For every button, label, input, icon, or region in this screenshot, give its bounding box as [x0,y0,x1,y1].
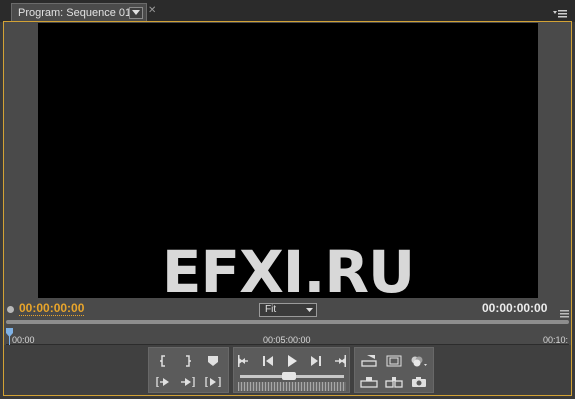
set-marker-icon [208,356,218,366]
mark-in-icon [160,355,165,367]
time-ruler[interactable]: 00:00 00:05:00:00 00:10: [6,325,569,345]
play-button[interactable] [282,352,302,370]
go-to-in-icon [156,377,169,387]
tab-program-monitor[interactable]: Program: Sequence 01 [11,3,147,22]
playback-controls-group [233,347,350,393]
go-to-next-edit-icon [335,355,346,367]
go-to-out-button[interactable] [178,373,198,391]
viewing-area-bar[interactable] [6,320,569,324]
chevron-down-icon [306,308,313,312]
zoom-select[interactable]: Fit [259,303,317,317]
play-in-to-out-icon [205,377,221,387]
lift-icon [361,355,377,367]
panel-tab-bar: Program: Sequence 01 ✕ [0,0,575,22]
go-to-next-edit-button[interactable] [329,352,349,370]
extract-icon [360,377,378,388]
close-icon[interactable]: ✕ [148,5,156,16]
camera-icon [412,377,426,387]
duration-timecode: 00:00:00:00 [482,301,548,315]
play-in-to-out-button[interactable] [203,373,223,391]
trim-monitor-icon [385,377,403,388]
playhead-icon[interactable] [6,328,13,346]
safe-margins-button[interactable] [384,352,404,370]
chevron-down-icon [132,10,140,15]
export-frame-button[interactable] [409,373,429,391]
go-to-in-button[interactable] [153,373,173,391]
go-to-out-icon [181,377,195,387]
go-to-previous-edit-icon [238,355,248,367]
current-timecode[interactable]: 00:00:00:00 [19,301,85,316]
output-icon [411,356,427,367]
output-button[interactable] [409,352,429,370]
step-back-icon [263,356,273,366]
playhead-indicator-icon [7,306,14,313]
mark-in-button[interactable] [153,352,173,370]
editing-controls-group [354,347,434,393]
marker-controls-group [148,347,229,393]
tab-title: Program: Sequence 01 [18,7,132,19]
jog-handle[interactable] [282,372,296,380]
zoom-select-value: Fit [265,304,277,315]
step-back-button[interactable] [258,352,278,370]
watermark-text: EFXI.RU [161,238,415,306]
step-forward-button[interactable] [306,352,326,370]
mark-out-icon [186,355,191,367]
step-forward-icon [311,356,321,366]
lift-button[interactable] [359,352,379,370]
tab-dropdown-button[interactable] [129,7,143,19]
safe-margins-icon [386,355,402,367]
trim-monitor-button[interactable] [384,373,404,391]
set-marker-button[interactable] [203,352,223,370]
extract-button[interactable] [359,373,379,391]
mark-out-button[interactable] [178,352,198,370]
program-monitor-panel: EFXI.RU 00:00:00:00 Fit 00:00:00:00 00:0… [3,21,572,396]
play-icon [288,355,297,367]
shuttle-control[interactable] [238,382,346,391]
go-to-previous-edit-button[interactable] [235,352,255,370]
transport-bar [4,345,571,395]
video-viewer[interactable]: EFXI.RU [38,23,538,306]
